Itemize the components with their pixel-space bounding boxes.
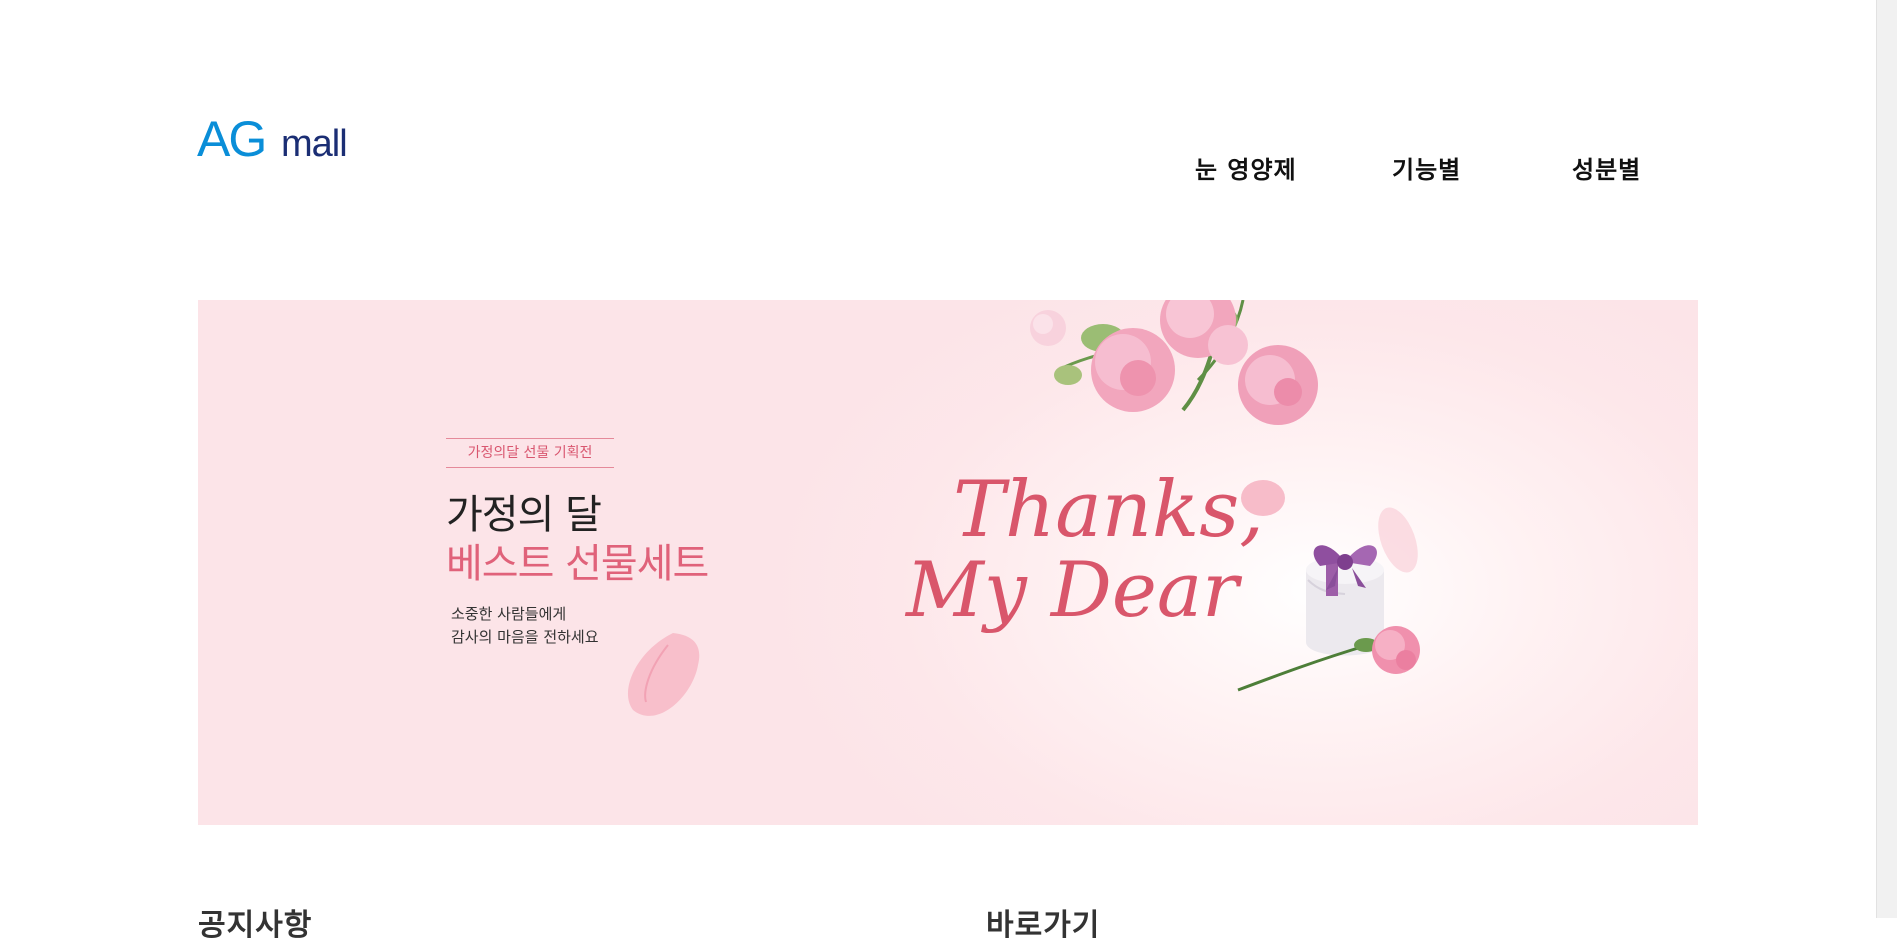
nav-item-by-function[interactable]: 기능별	[1392, 150, 1461, 185]
petal-left	[627, 633, 700, 716]
promo-tag: 가정의달 선물 기획전	[446, 438, 614, 468]
banner-subheadline: 베스트 선물세트	[446, 541, 709, 587]
shortcut-section-title: 바로가기	[986, 908, 1101, 943]
nav-item-by-ingredient[interactable]: 성분별	[1572, 150, 1641, 185]
logo-suffix: mall	[281, 123, 347, 164]
agmall-logo[interactable]: AG mall	[197, 111, 372, 167]
script-my-dear: My Dear	[906, 545, 1239, 634]
banner-description-line-2: 감사의 마음을 전하세요	[451, 628, 599, 646]
promo-banner[interactable]: 가정의달 선물 기획전 가정의 달 베스트 선물세트 소중한 사람들에게 감사의…	[198, 300, 1698, 825]
vertical-scrollbar[interactable]	[1876, 0, 1897, 918]
gift-box	[1306, 545, 1384, 656]
logo-svg: AG mall	[197, 111, 348, 167]
nav-item-eye-supplements[interactable]: 눈 영양제	[1195, 150, 1297, 185]
page: AG mall 눈 영양제 기능별 성분별 가정의달 선물 기획전 가정의 달 …	[0, 0, 1897, 943]
script-thanks: Thanks,	[953, 465, 1265, 555]
carnation-cluster-top	[1030, 300, 1318, 425]
logo-prefix: AG	[197, 112, 265, 164]
banner-description-line-1: 소중한 사람들에게	[451, 605, 567, 623]
notice-section-title: 공지사항	[198, 908, 313, 943]
